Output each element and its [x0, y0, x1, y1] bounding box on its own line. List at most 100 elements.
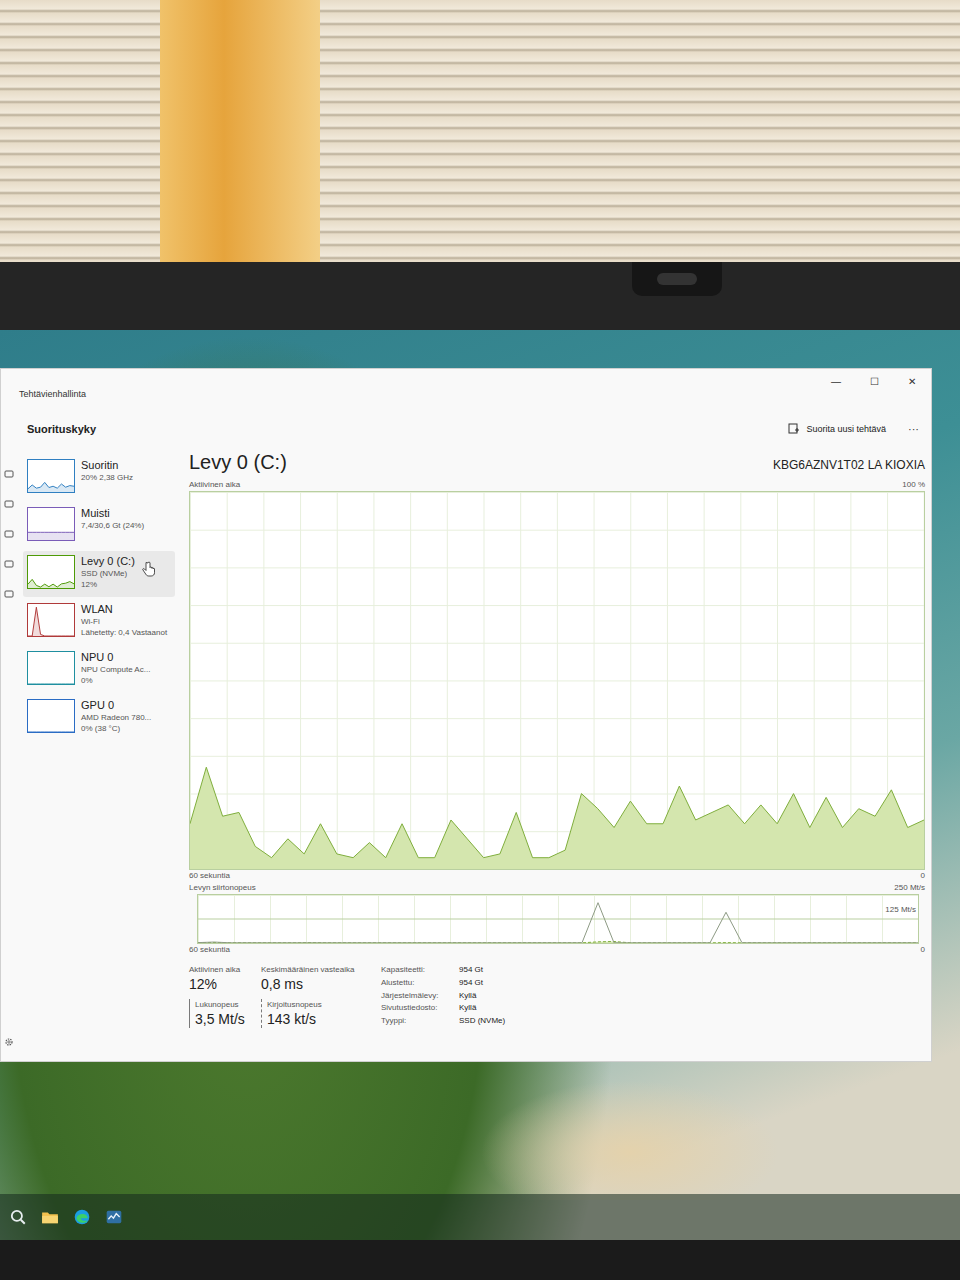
task-manager-icon[interactable] — [105, 1208, 123, 1226]
chart-max-label: 100 % — [902, 479, 925, 491]
sidebar-item[interactable]: NPU 0NPU Compute Ac...0% — [23, 647, 175, 693]
chart-mid-label: 125 Mt/s — [885, 905, 916, 914]
sparkline-chart — [27, 507, 75, 541]
speed-stat: Lukunopeus3,5 Mt/s — [189, 999, 261, 1028]
more-button[interactable]: ··· — [904, 423, 923, 435]
chart-min-label: 0 — [921, 944, 925, 956]
speed-stat: Kirjoitusnopeus143 kt/s — [261, 999, 371, 1028]
sidebar: Suoritin20% 2,38 GHz Muisti7,4/30,6 Gt (2… — [17, 449, 181, 1061]
chart-time-label: 60 sekuntia — [189, 870, 230, 882]
photo-of-laptop: Tehtävienhallinta —☐✕ Suorituskyky Suorita … — [0, 0, 960, 1280]
sparkline-chart — [27, 603, 75, 637]
property-value: SSD (NVMe) — [459, 1015, 505, 1028]
settings-gear-icon[interactable] — [4, 1037, 14, 1047]
sparkline-area — [28, 482, 74, 492]
sidebar-item-name: GPU 0 — [81, 699, 151, 712]
chart-axis-row: 60 sekuntia 0 — [189, 944, 925, 956]
window-control-button[interactable]: ✕ — [893, 369, 931, 393]
sparkline-line — [28, 684, 74, 685]
sparkline-line — [28, 607, 74, 636]
sidebar-item-detail: 20% 2,38 GHz — [81, 472, 133, 483]
sidebar-item-text: WLANWi-FiLähetetty: 0,4 Vastaanot — [81, 603, 167, 638]
window-frame — [160, 0, 320, 262]
stat-value: 0,8 ms — [261, 975, 371, 993]
sidebar-item-name: NPU 0 — [81, 651, 150, 664]
window-control-button[interactable]: ☐ — [855, 369, 893, 393]
window-title: Tehtävienhallinta — [19, 389, 86, 399]
sidebar-item-text: Levy 0 (C:)SSD (NVMe)12% — [81, 555, 135, 590]
chart-max-label: 250 Mt/s — [894, 882, 925, 894]
sparkline-line — [28, 532, 74, 533]
sidebar-item-name: Suoritin — [81, 459, 133, 472]
disk-detail: Levy 0 (C:)KBG6AZNV1T02 LA KIOXIAAktiivi… — [181, 449, 931, 1061]
sidebar-item[interactable]: Muisti7,4/30,6 Gt (24%) — [23, 503, 175, 549]
chart-time-label: 60 sekuntia — [189, 944, 230, 956]
stat-label: Lukunopeus — [195, 999, 261, 1010]
sidebar-item[interactable]: GPU 0AMD Radeon 780...0% (38 °C) — [23, 695, 175, 741]
property-label: Tyyppi: — [381, 1015, 455, 1028]
camera-icon — [632, 262, 722, 296]
laptop-bezel — [0, 1240, 960, 1280]
sidebar-item-detail: SSD (NVMe) — [81, 568, 135, 579]
search-icon[interactable] — [9, 1208, 27, 1226]
nav-page-icon[interactable] — [4, 499, 14, 509]
edge-browser-icon[interactable] — [73, 1208, 91, 1226]
sidebar-item-detail: Lähetetty: 0,4 Vastaanot — [81, 627, 167, 638]
blind — [0, 0, 160, 262]
sidebar-item-text: Suoritin20% 2,38 GHz — [81, 459, 133, 483]
sparkline-area — [28, 532, 74, 540]
sidebar-item-text: NPU 0NPU Compute Ac...0% — [81, 651, 150, 686]
taskbar — [0, 1194, 960, 1240]
hand-cursor-icon — [142, 561, 156, 577]
laptop-bezel — [0, 262, 960, 330]
chart-title: Levyn siirtonopeus — [189, 882, 256, 894]
active-time-line — [190, 767, 924, 857]
sidebar-item-detail: NPU Compute Ac... — [81, 664, 150, 675]
detail-title: Levy 0 (C:) — [189, 451, 287, 474]
stat-value: 12% — [189, 975, 261, 993]
stat-value: 143 kt/s — [267, 1010, 371, 1028]
sidebar-item[interactable]: WLANWi-FiLähetetty: 0,4 Vastaanot — [23, 599, 175, 645]
property-label: Kapasiteetti: — [381, 964, 455, 977]
disk-properties: Kapasiteetti:954 GtAlustettu:954 GtJärje… — [381, 964, 505, 1028]
nav-page-icon[interactable] — [4, 529, 14, 539]
run-task-label: Suorita uusi tehtävä — [806, 424, 886, 434]
chart-label-row: Levyn siirtonopeus 250 Mt/s — [189, 882, 925, 894]
read-line — [198, 903, 918, 943]
sidebar-item-detail: 0% — [81, 675, 150, 686]
chart-label-row: Aktiivinen aika 100 % — [189, 479, 925, 491]
task-manager-window[interactable]: Tehtävienhallinta —☐✕ Suorituskyky Suorita … — [0, 368, 932, 1062]
active-time-area — [190, 767, 924, 869]
sparkline-area — [28, 684, 74, 685]
sidebar-item[interactable]: Suoritin20% 2,38 GHz — [23, 455, 175, 501]
run-task-button[interactable]: Suorita uusi tehtävä — [788, 423, 886, 435]
sparkline-chart — [27, 459, 75, 493]
property-label: Järjestelmälevy: — [381, 990, 455, 1003]
sparkline-line — [28, 482, 74, 488]
nav-page-icon[interactable] — [4, 589, 14, 599]
nav-page-icon[interactable] — [4, 559, 14, 569]
toolbar-actions: Suorita uusi tehtävä ··· — [788, 423, 923, 435]
page-heading: Suorituskyky — [27, 423, 96, 435]
sidebar-item-detail: AMD Radeon 780... — [81, 712, 151, 723]
active-time-chart — [189, 491, 925, 870]
file-explorer-icon[interactable] — [41, 1208, 59, 1226]
nav-page-icon[interactable] — [4, 469, 14, 479]
sidebar-item-name: Muisti — [81, 507, 144, 520]
window-control-button[interactable]: — — [817, 369, 855, 393]
nav-rail — [1, 449, 17, 1061]
detail-header: Levy 0 (C:)KBG6AZNV1T02 LA KIOXIA — [189, 451, 925, 479]
chart-title: Aktiivinen aika — [189, 479, 240, 491]
sparkline-chart — [27, 651, 75, 685]
sparkline-area — [28, 732, 74, 733]
property-label: Sivutustiedosto: — [381, 1002, 455, 1015]
property-value: Kyllä — [459, 990, 505, 1003]
sidebar-item-name: Levy 0 (C:) — [81, 555, 135, 568]
sparkline-line — [28, 579, 74, 587]
chart-min-label: 0 — [921, 870, 925, 882]
title-bar: Tehtävienhallinta —☐✕ — [1, 369, 931, 409]
window-blinds-photo — [0, 0, 960, 262]
sidebar-item-detail: 0% (38 °C) — [81, 723, 151, 734]
transfer-rate-plot — [198, 895, 918, 943]
sparkline-area — [28, 607, 74, 636]
